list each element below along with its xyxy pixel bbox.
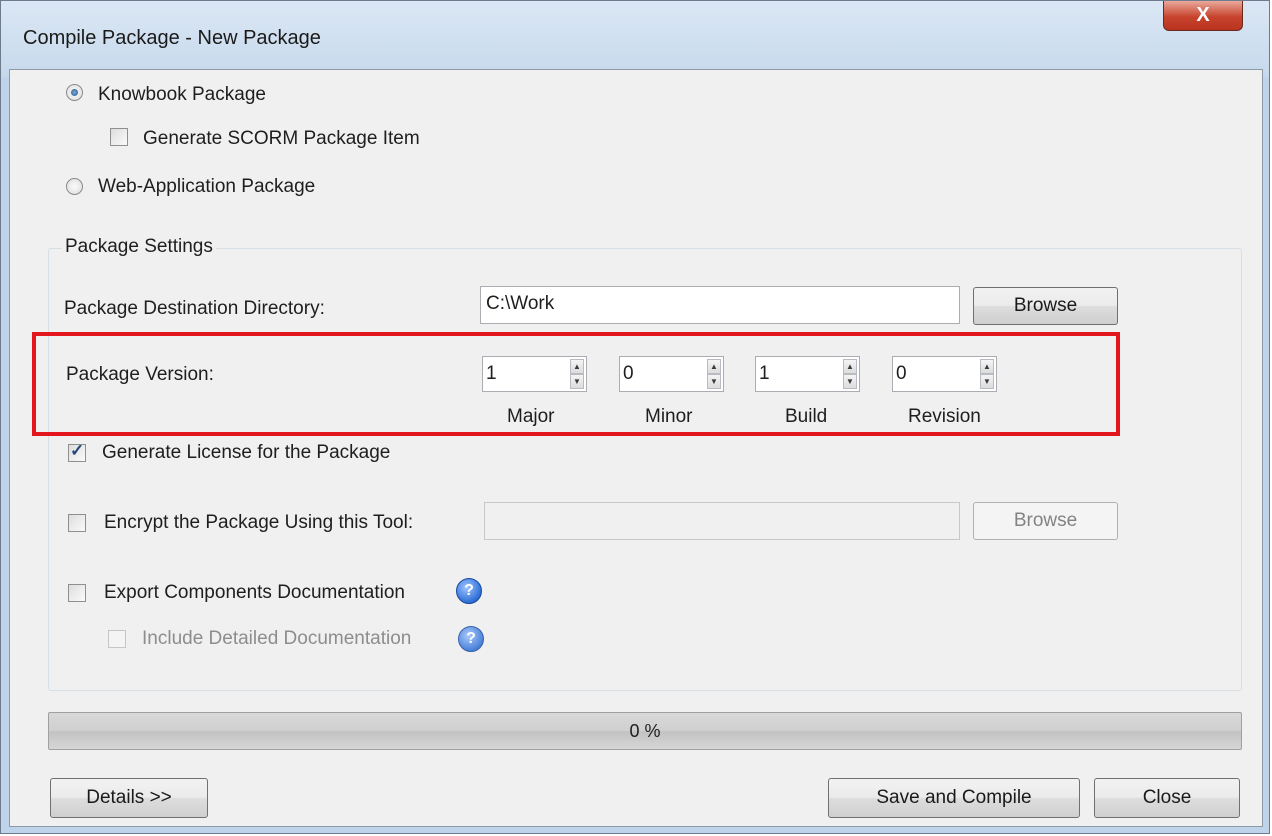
version-major-value: 1 [486, 363, 497, 384]
destination-label: Package Destination Directory: [64, 298, 325, 319]
spinner-down-icon[interactable]: ▼ [707, 374, 721, 389]
build-caption: Build [785, 406, 828, 427]
close-button[interactable]: Close [1094, 778, 1240, 818]
web-application-package-radio[interactable] [66, 178, 83, 195]
dialog-body: Knowbook Package Generate SCORM Package … [9, 69, 1263, 827]
encrypt-browse-button[interactable]: Browse [973, 502, 1118, 540]
version-minor-value: 0 [623, 363, 634, 384]
encrypt-tool-input[interactable] [484, 502, 960, 540]
details-button[interactable]: Details >> [50, 778, 208, 818]
export-docs-label: Export Components Documentation [104, 582, 405, 603]
export-docs-checkbox[interactable] [68, 584, 86, 602]
save-and-compile-button[interactable]: Save and Compile [828, 778, 1080, 818]
spinner-down-icon[interactable]: ▼ [843, 374, 857, 389]
web-application-package-label: Web-Application Package [98, 176, 316, 197]
license-label: Generate License for the Package [102, 442, 391, 463]
knowbook-package-label: Knowbook Package [98, 84, 266, 105]
window-title: Compile Package - New Package [23, 27, 321, 49]
minor-caption: Minor [645, 406, 693, 427]
help-icon[interactable]: ? [456, 578, 482, 604]
encrypt-checkbox[interactable] [68, 514, 86, 532]
spinner-up-icon[interactable]: ▲ [843, 359, 857, 374]
progress-text: 0 % [629, 721, 661, 741]
revision-caption: Revision [908, 406, 981, 427]
knowbook-package-radio[interactable] [66, 84, 83, 101]
version-minor-spinner[interactable]: 0 ▲ ▼ [619, 356, 724, 392]
close-window-button[interactable]: X [1163, 1, 1243, 31]
spinner-up-icon[interactable]: ▲ [980, 359, 994, 374]
spinner-down-icon[interactable]: ▼ [570, 374, 584, 389]
spinner-up-icon[interactable]: ▲ [570, 359, 584, 374]
detailed-docs-label: Include Detailed Documentation [142, 628, 412, 649]
dialog-window: Compile Package - New Package X Knowbook… [0, 0, 1270, 834]
package-settings-title: Package Settings [62, 236, 216, 258]
detailed-docs-checkbox[interactable] [108, 630, 126, 648]
title-bar: Compile Package - New Package X [1, 1, 1269, 77]
help-icon[interactable]: ? [458, 626, 484, 652]
license-checkbox[interactable]: ✓ [68, 441, 86, 462]
version-revision-value: 0 [896, 363, 907, 384]
spinner-down-icon[interactable]: ▼ [980, 374, 994, 389]
encrypt-label: Encrypt the Package Using this Tool: [104, 512, 414, 533]
destination-input[interactable]: C:\Work [480, 286, 960, 324]
major-caption: Major [507, 406, 555, 427]
version-major-spinner[interactable]: 1 ▲ ▼ [482, 356, 587, 392]
progress-bar: 0 % [48, 712, 1242, 750]
browse-button[interactable]: Browse [973, 287, 1118, 325]
close-icon: X [1196, 4, 1210, 26]
spinner-up-icon[interactable]: ▲ [707, 359, 721, 374]
radio-selected-dot [71, 89, 78, 96]
scorm-checkbox[interactable] [110, 128, 128, 146]
version-revision-spinner[interactable]: 0 ▲ ▼ [892, 356, 997, 392]
scorm-label: Generate SCORM Package Item [143, 128, 420, 149]
checkmark-icon: ✓ [70, 441, 85, 460]
package-version-label: Package Version: [66, 364, 214, 385]
version-build-spinner[interactable]: 1 ▲ ▼ [755, 356, 860, 392]
version-build-value: 1 [759, 363, 770, 384]
